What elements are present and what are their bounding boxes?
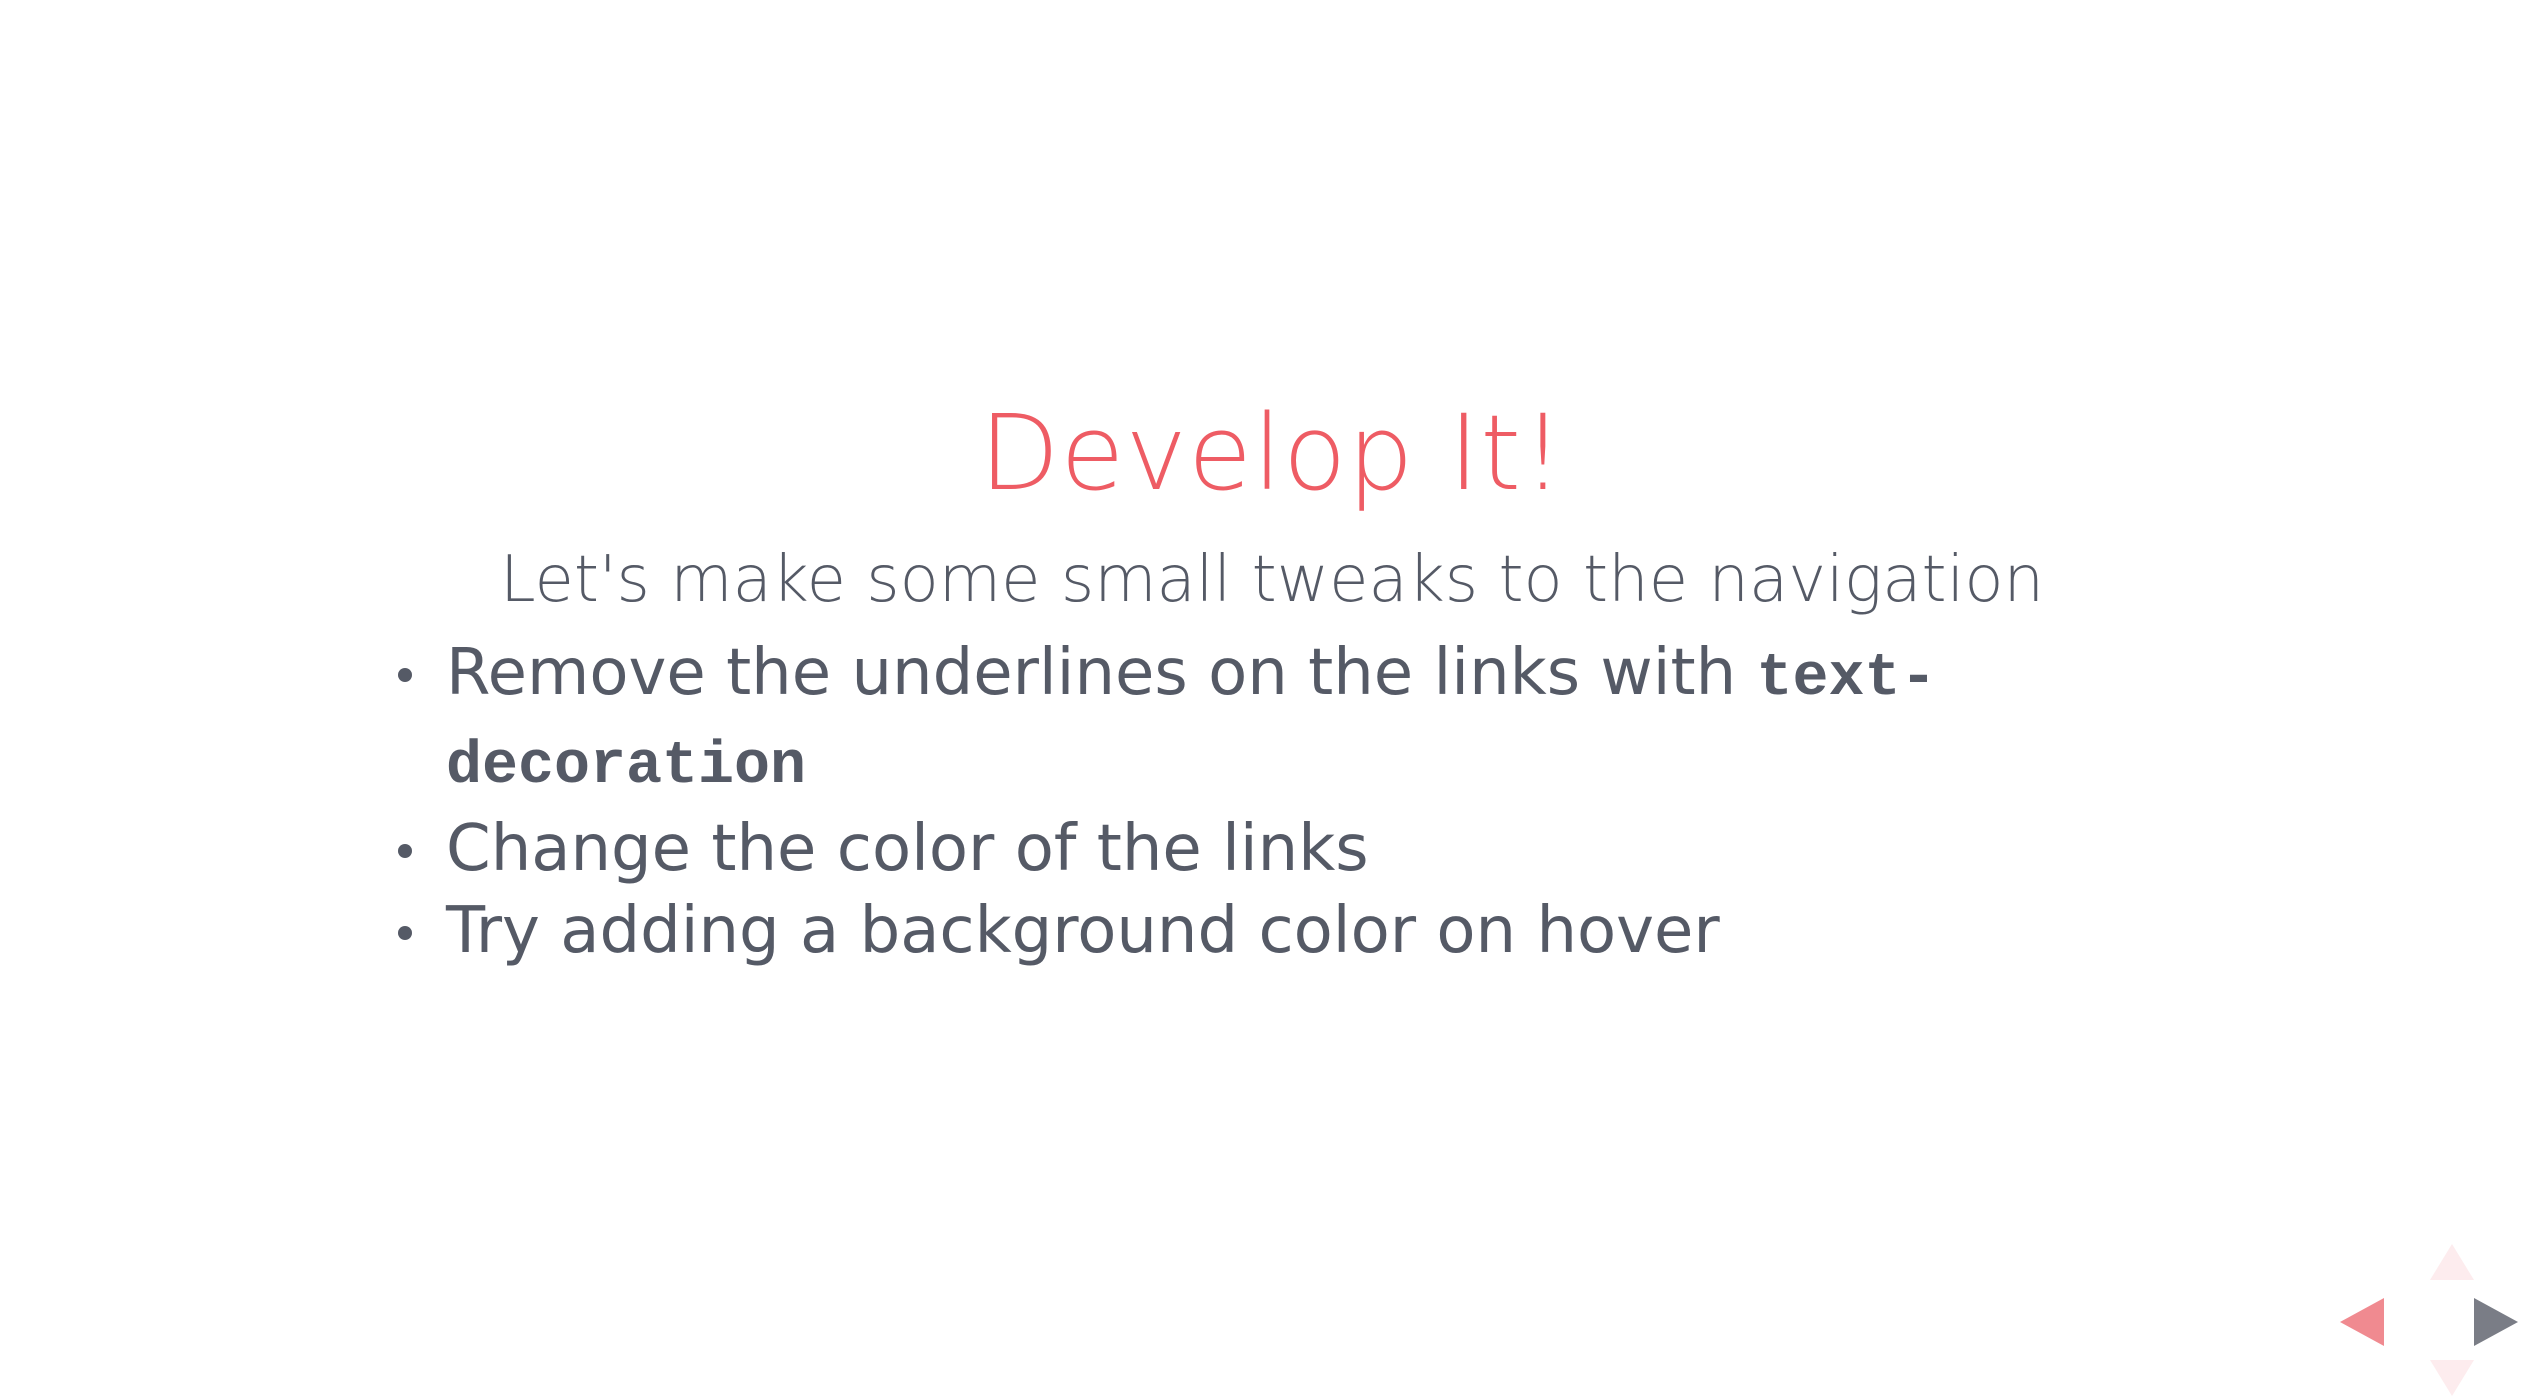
bullet-text: Try adding a background color on hover bbox=[446, 894, 1720, 968]
bullet-text: Remove the underlines on the links with bbox=[446, 636, 1757, 710]
bullet-dot-icon bbox=[398, 844, 412, 858]
list-item: Remove the underlines on the links with … bbox=[392, 632, 2052, 808]
bullet-dot-icon bbox=[398, 926, 412, 940]
bullet-text: Change the color of the links bbox=[446, 812, 1369, 886]
slide-navigation-controls bbox=[2340, 1240, 2520, 1396]
list-item: Change the color of the links bbox=[392, 808, 2052, 890]
slide: Develop It! Let's make some small tweaks… bbox=[0, 0, 2544, 1396]
list-item: Try adding a background color on hover bbox=[392, 890, 2052, 972]
arrow-down-icon bbox=[2430, 1360, 2474, 1396]
slide-title: Develop It! bbox=[979, 392, 1565, 514]
slide-subtitle: Let's make some small tweaks to the navi… bbox=[499, 543, 2045, 617]
bullet-dot-icon bbox=[398, 668, 412, 682]
bullet-list: Remove the underlines on the links with … bbox=[392, 632, 2052, 972]
arrow-left-icon[interactable] bbox=[2340, 1298, 2384, 1346]
arrow-right-icon[interactable] bbox=[2474, 1298, 2518, 1346]
arrow-up-icon bbox=[2430, 1244, 2474, 1280]
